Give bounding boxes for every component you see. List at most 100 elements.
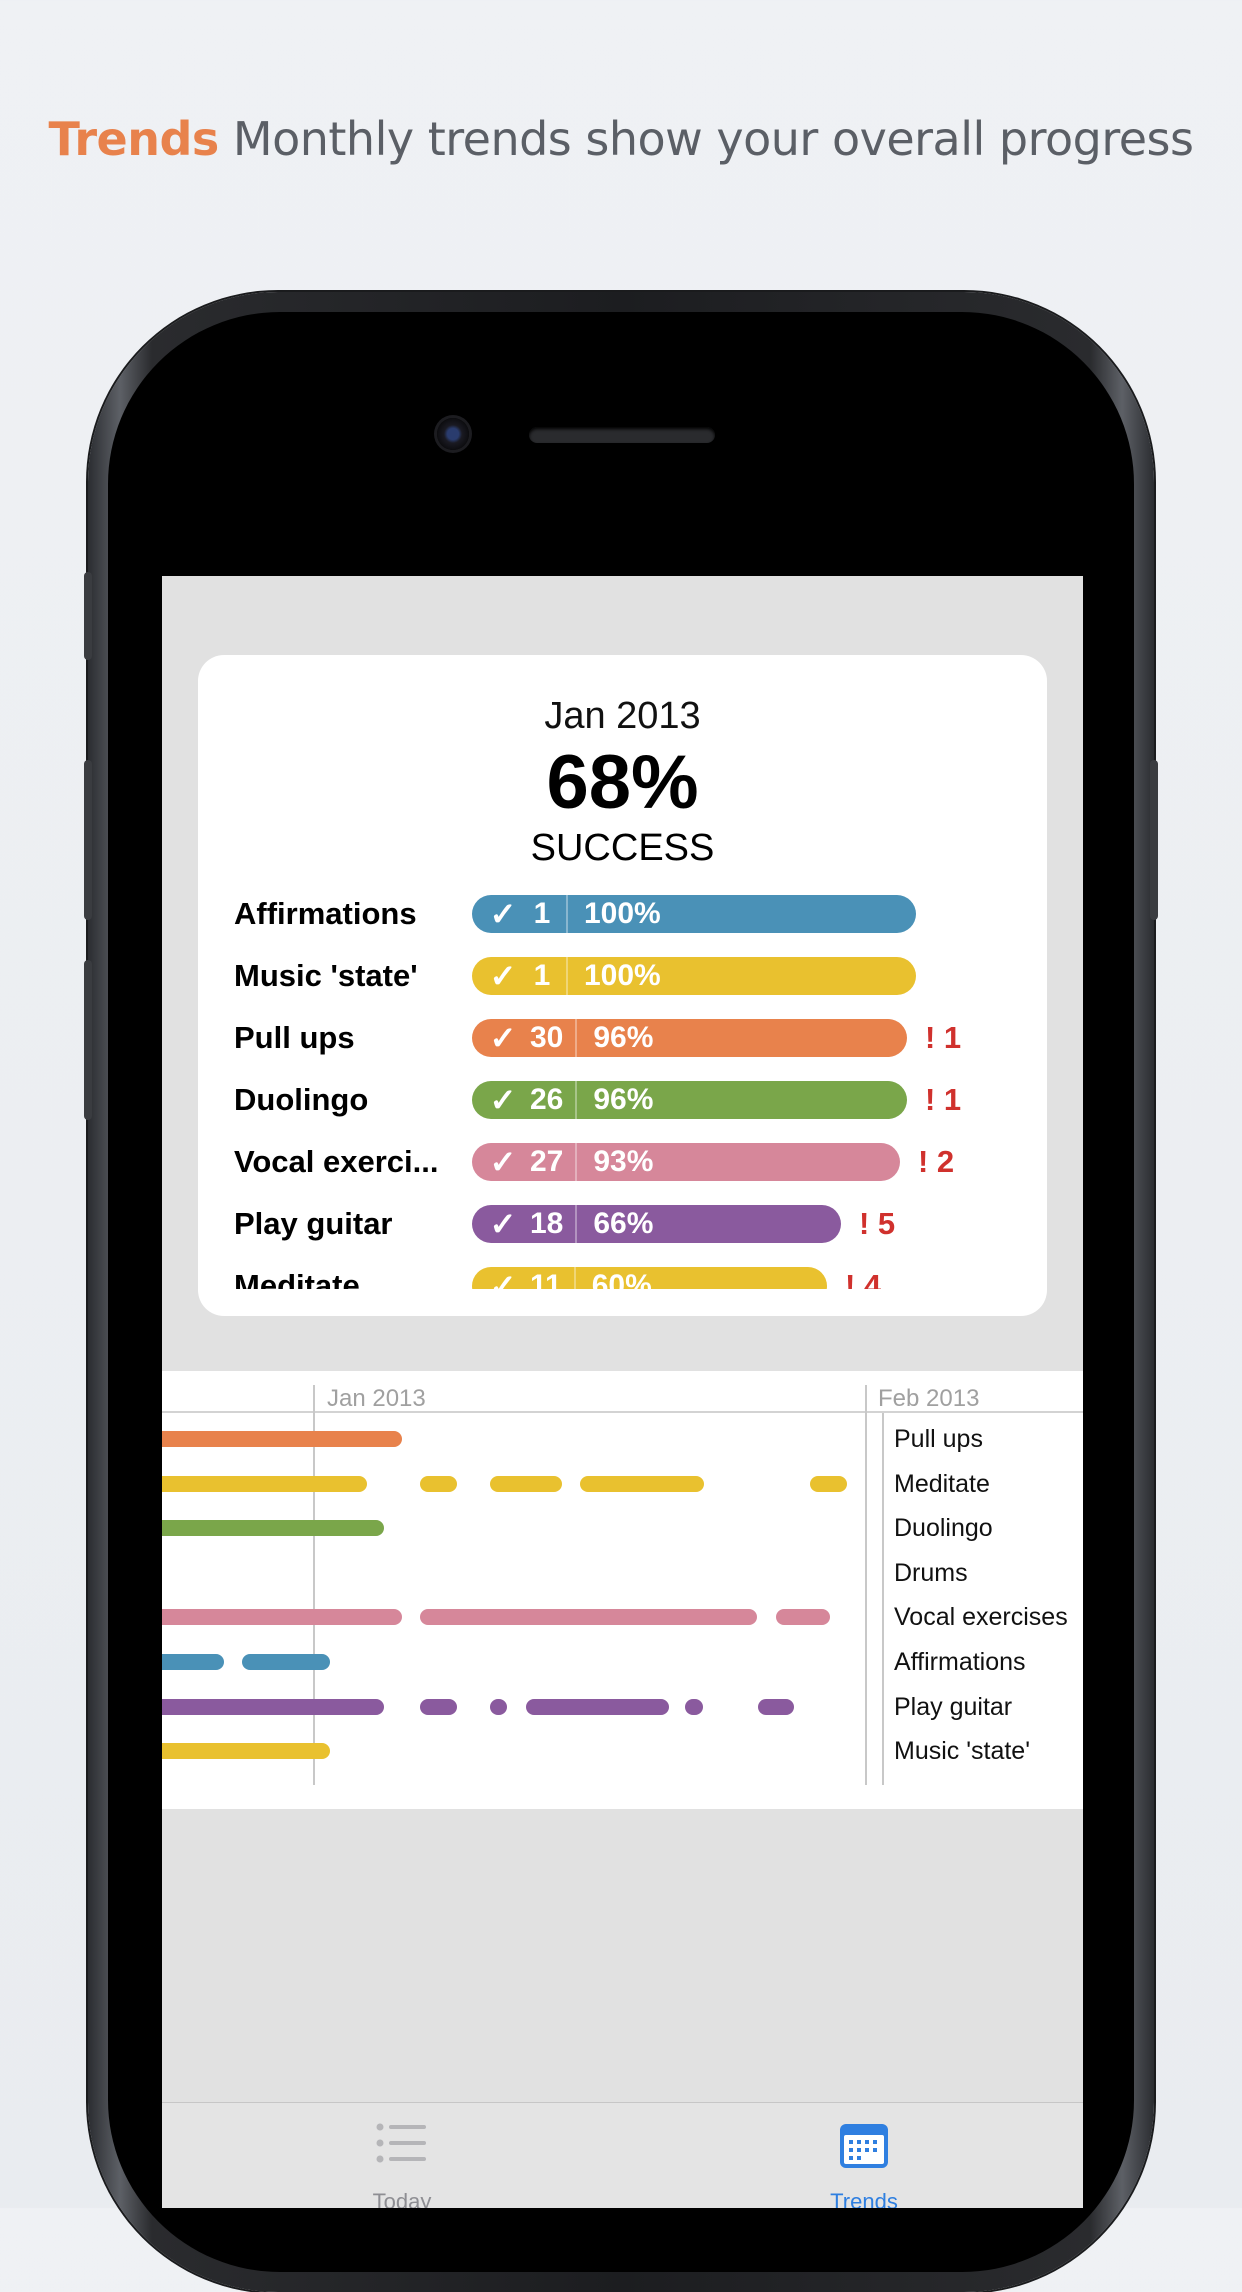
timeline-streak-segment bbox=[162, 1609, 402, 1626]
timeline-streak-segment bbox=[776, 1609, 830, 1626]
timeline-row-label: Affirmations bbox=[894, 1648, 1026, 1676]
timeline-streak-segment bbox=[580, 1475, 704, 1492]
habit-count: 11 bbox=[530, 1269, 562, 1289]
habit-count: 18 bbox=[530, 1207, 564, 1240]
timeline-row-label: Drums bbox=[894, 1558, 968, 1587]
timeline-streak-segment bbox=[810, 1475, 847, 1492]
tab-trends[interactable]: Trends bbox=[714, 2103, 1014, 2208]
timeline-row-label: Duolingo bbox=[894, 1514, 993, 1543]
habit-missed-count: ! 2 bbox=[918, 1144, 955, 1179]
tab-today[interactable]: Today bbox=[252, 2103, 552, 2208]
front-camera bbox=[437, 418, 469, 450]
habit-percent: 96% bbox=[593, 1083, 654, 1116]
habit-row[interactable]: Pull ups ✓ 30 96% ! 1 bbox=[234, 1019, 1034, 1057]
summary-percent: 68% bbox=[546, 740, 699, 825]
habit-row[interactable]: Affirmations ✓ 1 100% bbox=[234, 895, 1034, 933]
timeline-streak-segment bbox=[490, 1475, 562, 1492]
checkmark-icon: ✓ bbox=[489, 896, 517, 932]
habit-row[interactable]: Vocal exerci... ✓ 27 93% ! 2 bbox=[234, 1143, 1034, 1181]
habit-count: 26 bbox=[530, 1083, 564, 1116]
timeline-streak-segment bbox=[526, 1698, 669, 1715]
timeline-streak-segment bbox=[162, 1698, 384, 1715]
habit-count: 27 bbox=[530, 1145, 564, 1178]
volume-up-button bbox=[84, 760, 92, 920]
habit-count: 1 bbox=[533, 959, 551, 992]
tab-today-label: Today bbox=[372, 2189, 432, 2208]
trend-timeline[interactable]: Jan 2013 Feb 2013 Pull ups Meditate Duolin… bbox=[162, 1371, 1083, 1809]
habit-list[interactable]: Affirmations ✓ 1 100% Music 'state' ✓ 1 100% Pul… bbox=[234, 895, 1034, 1289]
habit-name: Play guitar bbox=[234, 1206, 393, 1241]
timeline-streak-segment bbox=[420, 1475, 457, 1492]
timeline-month-feb: Feb 2013 bbox=[878, 1385, 980, 1412]
power-button bbox=[1150, 760, 1158, 920]
timeline-streak-segment bbox=[162, 1475, 367, 1492]
timeline-row-label: Pull ups bbox=[894, 1425, 983, 1453]
habit-count: 30 bbox=[530, 1021, 564, 1054]
habit-percent: 100% bbox=[584, 959, 661, 992]
habit-count: 1 bbox=[533, 897, 551, 930]
timeline-axis bbox=[162, 1411, 1083, 1413]
habit-progress-bar: ✓ 1 100% bbox=[472, 957, 916, 995]
timeline-streak-segment bbox=[420, 1609, 757, 1626]
habit-progress-bar: ✓ 1 100% bbox=[472, 895, 916, 933]
timeline-label-divider bbox=[882, 1413, 884, 1785]
checkmark-icon: ✓ bbox=[489, 1268, 517, 1289]
volume-down-button bbox=[84, 960, 92, 1120]
timeline-streak-segment bbox=[758, 1698, 794, 1715]
timeline-streak-segment bbox=[162, 1520, 384, 1537]
list-icon bbox=[376, 2123, 426, 2163]
habit-row[interactable]: Duolingo ✓ 26 96% ! 1 bbox=[234, 1081, 1034, 1119]
habit-name: Affirmations bbox=[234, 896, 417, 931]
habit-name: Duolingo bbox=[234, 1082, 369, 1117]
summary-label: SUCCESS bbox=[530, 827, 715, 869]
timeline-streak-segment bbox=[420, 1698, 457, 1715]
checkmark-icon: ✓ bbox=[489, 1020, 517, 1056]
habit-missed-count: ! 4 bbox=[845, 1268, 882, 1289]
timeline-streak-segment bbox=[490, 1698, 507, 1715]
habit-progress-bar: ✓ 11 60% bbox=[472, 1267, 827, 1289]
habit-percent: 100% bbox=[584, 897, 661, 930]
habit-percent: 93% bbox=[593, 1145, 654, 1178]
habit-name: Pull ups bbox=[234, 1020, 355, 1055]
headline-accent: Trends bbox=[48, 112, 220, 166]
habit-progress-bar: ✓ 30 96% bbox=[472, 1019, 907, 1057]
checkmark-icon: ✓ bbox=[489, 958, 517, 994]
timeline-streak-segment bbox=[685, 1698, 703, 1715]
checkmark-icon: ✓ bbox=[489, 1082, 517, 1118]
month-summary-card[interactable]: Jan 2013 68% SUCCESS Affirmations ✓ 1 100% M… bbox=[198, 655, 1047, 1316]
mute-switch bbox=[84, 572, 92, 660]
headline-text: Monthly trends show your overall progres… bbox=[232, 112, 1194, 166]
timeline-streak-segment bbox=[162, 1431, 402, 1447]
timeline-row-label: Vocal exercises bbox=[894, 1603, 1068, 1632]
app-screen: Jan 2013 68% SUCCESS Affirmations ✓ 1 100% M… bbox=[162, 576, 1083, 2208]
habit-row[interactable]: Meditate ✓ 11 60% ! 4 bbox=[234, 1267, 1034, 1289]
checkmark-icon: ✓ bbox=[489, 1144, 517, 1180]
timeline-streak-segment bbox=[162, 1654, 224, 1670]
timeline-feb-marker bbox=[865, 1385, 867, 1785]
checkmark-icon: ✓ bbox=[489, 1206, 517, 1242]
habit-missed-count: ! 1 bbox=[925, 1082, 962, 1117]
earpiece-speaker bbox=[529, 427, 715, 443]
habit-row[interactable]: Music 'state' ✓ 1 100% bbox=[234, 957, 1034, 995]
habit-missed-count: ! 5 bbox=[859, 1206, 896, 1241]
habit-progress-bar: ✓ 26 96% bbox=[472, 1081, 907, 1119]
habit-percent: 60% bbox=[591, 1269, 652, 1289]
timeline-row-label: Music 'state' bbox=[894, 1737, 1030, 1766]
habit-name: Vocal exerci... bbox=[234, 1144, 439, 1179]
summary-month: Jan 2013 bbox=[544, 695, 701, 737]
tab-bar: Today Trends bbox=[162, 2102, 1083, 2208]
habit-missed-count: ! 1 bbox=[925, 1020, 962, 1055]
timeline-row-label: Play guitar bbox=[894, 1692, 1013, 1721]
habit-progress-bar: ✓ 18 66% bbox=[472, 1205, 841, 1243]
habit-name: Music 'state' bbox=[234, 958, 418, 993]
calendar-icon bbox=[840, 2124, 888, 2168]
timeline-streak-segment bbox=[162, 1743, 330, 1760]
headline: Trends Monthly trends show your overall … bbox=[0, 112, 1242, 166]
habit-row[interactable]: Play guitar ✓ 18 66% ! 5 bbox=[234, 1205, 1034, 1243]
habit-percent: 66% bbox=[593, 1207, 654, 1240]
timeline-streak-segment bbox=[242, 1654, 330, 1670]
habit-name: Meditate bbox=[234, 1268, 360, 1289]
habit-percent: 96% bbox=[593, 1021, 654, 1054]
timeline-month-jan: Jan 2013 bbox=[327, 1385, 426, 1412]
tab-trends-label: Trends bbox=[830, 2189, 898, 2208]
